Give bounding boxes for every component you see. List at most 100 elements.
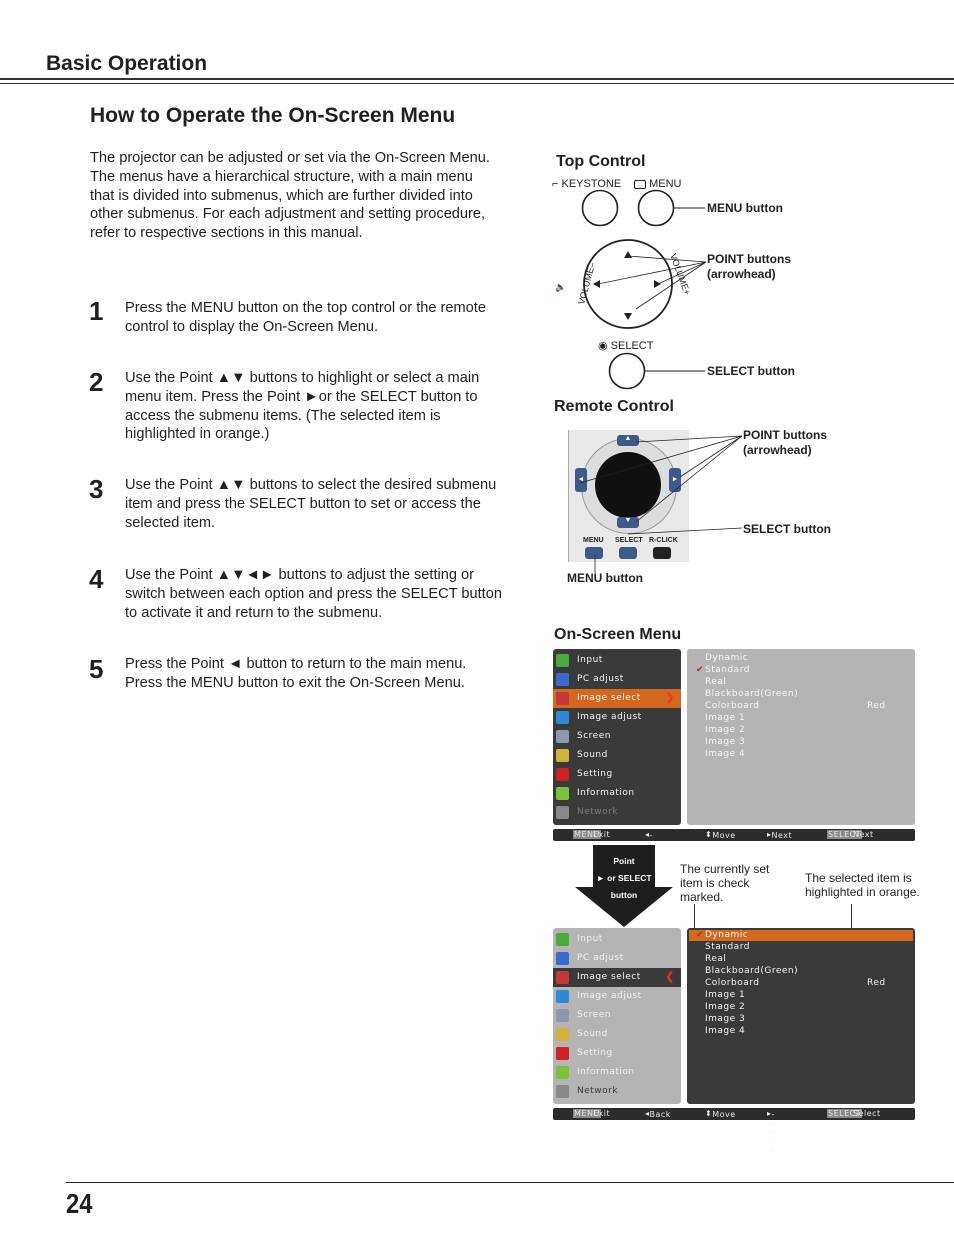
keystone-button[interactable]: [581, 189, 619, 227]
osd-main-item-image-adjust[interactable]: Image adjust: [553, 987, 681, 1006]
select-icon: ◉: [598, 340, 608, 352]
osd-sub-item[interactable]: Colorboard: [705, 701, 760, 711]
osd-main-item-network[interactable]: Network: [553, 1082, 681, 1101]
image-select-icon: [556, 971, 569, 984]
check-icon: ✔: [696, 930, 705, 940]
osd-main-item-screen[interactable]: Screen: [553, 727, 681, 746]
top-control-title: Top Control: [556, 153, 646, 170]
next-hint: ▸ -----: [767, 1109, 775, 1155]
osd-sub-item[interactable]: Standard: [705, 942, 750, 952]
network-icon: [556, 1085, 569, 1098]
header-rule: [0, 78, 954, 80]
point-callout-line: [579, 435, 743, 484]
step-number: 3: [89, 474, 104, 504]
step-number: 2: [89, 367, 104, 397]
osd-main-item-network[interactable]: Network: [553, 803, 681, 822]
osd-sub-item[interactable]: Image 4: [705, 749, 745, 759]
point-buttons-callout: POINT buttons (arrowhead): [707, 252, 791, 281]
step-number: 1: [89, 296, 104, 326]
osd-sub-item[interactable]: Image 1: [705, 713, 745, 723]
osd-main-item-sound[interactable]: Sound: [553, 746, 681, 765]
osd-main-item-sound[interactable]: Sound: [553, 1025, 681, 1044]
osd-sub-item[interactable]: Real: [705, 954, 726, 964]
osd-sub-item[interactable]: Colorboard: [705, 978, 760, 988]
point-up-icon[interactable]: [624, 251, 632, 258]
osd-sub-item[interactable]: Image 2: [705, 725, 745, 735]
osd-main-item-information[interactable]: Information: [553, 784, 681, 803]
volume-minus-label: VOLUME–: [576, 261, 597, 305]
menu-button[interactable]: [637, 189, 675, 227]
pc-adjust-icon: [556, 673, 569, 686]
select-hint: Next: [853, 830, 874, 839]
footer-rule: [66, 1182, 954, 1183]
input-icon: [556, 654, 569, 667]
osd-main-item-pc-adjust[interactable]: PC adjust: [553, 949, 681, 968]
osd-submenu: ✔ Dynamic Standard Real Blackboard(Green)…: [687, 928, 915, 1104]
osd-main-item-image-select[interactable]: Image select ❮: [553, 968, 681, 987]
screen-icon: [556, 1009, 569, 1022]
move-hint: ⬍ Move: [705, 1109, 736, 1119]
osd-main-item-image-adjust[interactable]: Image adjust: [553, 708, 681, 727]
step-text: Use the Point ▲▼ buttons to highlight or…: [125, 370, 480, 443]
menu-button-callout: MENU button: [707, 201, 783, 215]
osd-sub-item[interactable]: Real: [705, 677, 726, 687]
speaker-low-icon: 🔈: [555, 282, 566, 293]
osd-sub-item[interactable]: Image 3: [705, 737, 745, 747]
osd-sub-item[interactable]: ✔ Dynamic: [696, 930, 748, 940]
osd-sub-item[interactable]: Image 2: [705, 1002, 745, 1012]
osd-sub-item[interactable]: Image 4: [705, 1026, 745, 1036]
top-control-diagram: VOLUME– VOLUME+ 🔈: [555, 189, 707, 390]
exit-hint: Exit: [593, 1109, 611, 1118]
image-select-icon: [556, 692, 569, 705]
osd-main-item-input[interactable]: Input: [553, 930, 681, 949]
osd-main-item-input[interactable]: Input: [553, 651, 681, 670]
point-callout-line: [635, 435, 743, 443]
chevron-left-icon: ❮: [665, 970, 675, 983]
sound-icon: [556, 749, 569, 762]
sound-icon: [556, 1028, 569, 1041]
osd-main-item-setting[interactable]: Setting: [553, 1044, 681, 1063]
osd-main-item-pc-adjust[interactable]: PC adjust: [553, 670, 681, 689]
setting-icon: [556, 1047, 569, 1060]
check-annotation: The currently set item is check marked.: [680, 862, 770, 904]
remote-select-callout: SELECT button: [743, 522, 831, 536]
osd-status-bar: MENU Exit ◂ ----- ⬍Move ▸Next SELECT Nex…: [553, 829, 915, 876]
osd-sub-item[interactable]: Image 1: [705, 990, 745, 1000]
information-icon: [556, 787, 569, 800]
section-title: Basic Operation: [46, 52, 208, 75]
point-callout-line: [679, 435, 743, 478]
osd-sub-item[interactable]: Dynamic: [705, 653, 748, 663]
step-text: Press the MENU button on the top control…: [125, 300, 486, 335]
check-icon: ✔: [696, 665, 705, 675]
osd-sub-item[interactable]: Blackboard(Green): [705, 966, 798, 976]
back-hint: ◂ -----: [645, 830, 653, 876]
input-icon: [556, 933, 569, 946]
osd-main-menu: Input PC adjust Image select ❮ Image adju…: [553, 928, 681, 1104]
osd-submenu: Dynamic ✔ Standard Real Blackboard(Green)…: [687, 649, 915, 825]
pc-adjust-icon: [556, 952, 569, 965]
osd-main-item-screen[interactable]: Screen: [553, 1006, 681, 1025]
select-button[interactable]: [608, 352, 646, 390]
osd-sub-item[interactable]: ✔ Standard: [696, 665, 750, 675]
osd-screen-2: Input PC adjust Image select ❮ Image adju…: [553, 928, 915, 1155]
back-hint: ◂ Back: [645, 1109, 671, 1119]
intro-paragraph: The projector can be adjusted or set via…: [90, 150, 490, 242]
next-hint: ▸ Next: [767, 830, 793, 840]
point-callout-line: [627, 255, 707, 263]
image-adjust-icon: [556, 711, 569, 724]
point-down-icon[interactable]: [624, 313, 632, 320]
osd-sub-item[interactable]: Blackboard(Green): [705, 689, 798, 699]
page-number: 24: [66, 1188, 93, 1219]
step-text: Use the Point ▲▼ buttons to select the d…: [125, 477, 497, 531]
osd-main-item-image-select[interactable]: Image select ❯: [553, 689, 681, 708]
point-callout-line: [635, 435, 743, 523]
osd-main-menu: Input PC adjust Image select ❯ Image adju…: [553, 649, 681, 825]
colorboard-value: Red: [867, 701, 886, 711]
point-right-icon[interactable]: [654, 280, 661, 288]
osd-sub-item[interactable]: Image 3: [705, 1014, 745, 1024]
remote-control-title: Remote Control: [554, 398, 674, 415]
osd-main-item-information[interactable]: Information: [553, 1063, 681, 1082]
remote-menu-callout: MENU button: [567, 571, 643, 585]
osd-title: On-Screen Menu: [554, 626, 682, 643]
osd-main-item-setting[interactable]: Setting: [553, 765, 681, 784]
